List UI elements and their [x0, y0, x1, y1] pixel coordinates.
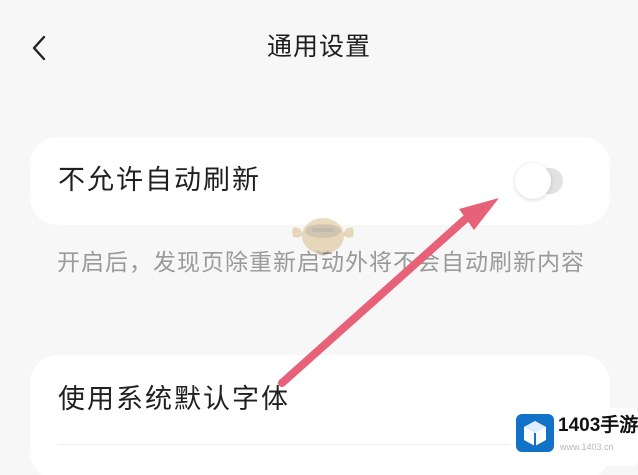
watermark-graphic [292, 218, 354, 256]
auto-refresh-label: 不允许自动刷新 [58, 165, 261, 196]
site-logo-text: 1403手游网 [558, 415, 638, 436]
auto-refresh-toggle[interactable] [515, 163, 563, 199]
site-watermark-logo: 1403手游网 www.1403.cn [510, 408, 638, 466]
general-settings-screen: 通用设置 不允许自动刷新 开启后，发现页除重新启动外将不会自动刷新内容 使用系统… [0, 0, 638, 475]
setting-divider [58, 444, 586, 445]
settings-header: 通用设置 [0, 0, 638, 96]
system-font-label: 使用系统默认字体 [58, 384, 290, 415]
cube-logo-icon [516, 414, 554, 452]
site-logo-url: www.1403.cn [560, 442, 614, 452]
page-title: 通用设置 [266, 32, 371, 61]
toggle-knob [515, 163, 551, 199]
